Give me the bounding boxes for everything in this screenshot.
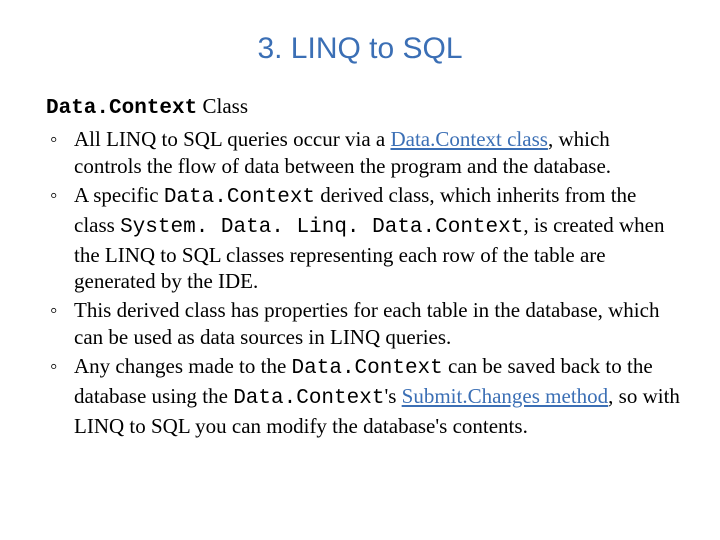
text: This derived class has properties for ea… <box>74 298 659 349</box>
list-item: This derived class has properties for ea… <box>46 297 680 351</box>
subheading: Data.Context Class <box>46 94 680 120</box>
slide-title: 3. LINQ to SQL <box>40 32 680 66</box>
text: 's <box>384 384 401 408</box>
link-submitchanges[interactable]: Submit.Changes method <box>402 384 609 408</box>
code: System. Data. Linq. Data.Context <box>120 216 523 239</box>
text: All LINQ to SQL queries occur via a <box>74 127 390 151</box>
code: Data.Context <box>164 186 315 209</box>
subheading-code: Data.Context <box>46 97 197 120</box>
text: Any changes made to the <box>74 354 292 378</box>
list-item: Any changes made to the Data.Context can… <box>46 353 680 440</box>
list-item: All LINQ to SQL queries occur via a Data… <box>46 126 680 180</box>
bullet-list: All LINQ to SQL queries occur via a Data… <box>40 126 680 440</box>
link-datacontext-class[interactable]: Data.Context class <box>390 127 547 151</box>
code: Data.Context <box>233 387 384 410</box>
list-item: A specific Data.Context derived class, w… <box>46 182 680 296</box>
subheading-rest: Class <box>197 94 248 118</box>
code: Data.Context <box>292 357 443 380</box>
text: A specific <box>74 183 164 207</box>
